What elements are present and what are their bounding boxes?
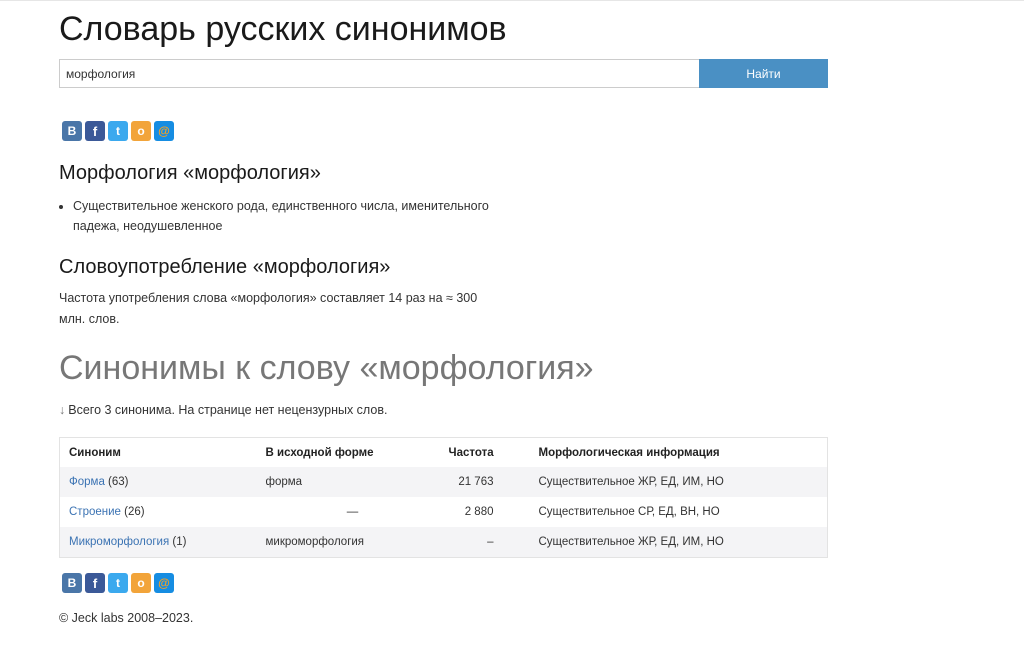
twitter-icon[interactable]: t: [108, 121, 128, 141]
usage-text: Частота употребления слова «морфология» …: [59, 291, 478, 326]
mail-icon[interactable]: @: [154, 573, 174, 593]
morphology-list: Существительное женского рода, единствен…: [59, 196, 513, 236]
synonym-count: (63): [108, 476, 129, 488]
synonym-cell: Микроморфология (1): [59, 527, 257, 558]
morph-info-cell: Существительное ЖР, ЕД, ИМ, НО: [529, 527, 828, 558]
synonym-cell: Форма (63): [59, 467, 257, 497]
share-buttons-top: В f t о @: [62, 121, 174, 141]
vk-icon[interactable]: В: [62, 573, 82, 593]
table-row: Форма (63) форма 21 763 Существительное …: [59, 467, 828, 497]
frequency-cell: 21 763: [439, 467, 530, 497]
synonym-cell: Строение (26): [60, 497, 257, 527]
search-button[interactable]: Найти: [699, 59, 828, 88]
synonym-link[interactable]: Микроморфология: [69, 536, 169, 548]
synonym-link[interactable]: Форма: [69, 476, 105, 488]
share-buttons-bottom: В f t о @: [62, 573, 174, 593]
synonyms-heading: Синонимы к слову «морфология»: [59, 349, 594, 387]
base-form-cell: —: [346, 506, 359, 518]
column-header[interactable]: В исходной форме: [257, 438, 440, 468]
synonym-count: (26): [124, 506, 145, 518]
morphology-heading: Морфология «морфология»: [59, 162, 321, 184]
odnoklassniki-icon[interactable]: о: [131, 121, 151, 141]
arrow-down-icon: ↓: [59, 403, 66, 417]
frequency-cell: –: [439, 527, 530, 558]
column-header[interactable]: Синоним: [60, 438, 257, 468]
vk-icon[interactable]: В: [62, 121, 82, 141]
column-header[interactable]: Морфологическая информация: [530, 438, 828, 468]
base-form-cell: микроморфология: [256, 527, 440, 558]
odnoklassniki-icon[interactable]: о: [131, 573, 151, 593]
morph-info-cell: Существительное СР, ЕД, ВН, НО: [538, 506, 720, 518]
search-input[interactable]: [59, 59, 699, 88]
synonyms-table: Синоним В исходной форме Частота Морфоло…: [59, 437, 828, 558]
morph-info-cell: Существительное ЖР, ЕД, ИМ, НО: [529, 467, 828, 497]
synonym-link[interactable]: Строение: [69, 506, 121, 518]
table-header-row: Синоним В исходной форме Частота Морфоло…: [60, 438, 828, 468]
table-row: Микроморфология (1) микроморфология – Су…: [59, 527, 828, 558]
synonyms-summary: ↓ Всего 3 синонима. На странице нет нецен…: [59, 403, 387, 417]
footer-copyright: © Jeck labs 2008–2023.: [59, 611, 194, 625]
summary-text: Всего 3 синонима. На странице нет неценз…: [68, 403, 388, 417]
search-form: Найти: [59, 59, 828, 88]
top-divider: [0, 0, 1024, 1]
mail-icon[interactable]: @: [154, 121, 174, 141]
synonym-count: (1): [172, 536, 187, 548]
table-row: Строение (26) — 2 880 Существительное СР…: [60, 497, 828, 527]
morphology-item: Существительное женского рода, единствен…: [73, 196, 513, 236]
facebook-icon[interactable]: f: [85, 573, 105, 593]
usage-heading: Словоупотребление «морфология»: [59, 256, 391, 278]
twitter-icon[interactable]: t: [108, 573, 128, 593]
facebook-icon[interactable]: f: [85, 121, 105, 141]
column-header[interactable]: Частота: [440, 438, 530, 468]
frequency-cell: 2 880: [464, 506, 494, 518]
site-title[interactable]: Словарь русских синонимов: [59, 10, 507, 49]
base-form-cell: форма: [256, 467, 440, 497]
